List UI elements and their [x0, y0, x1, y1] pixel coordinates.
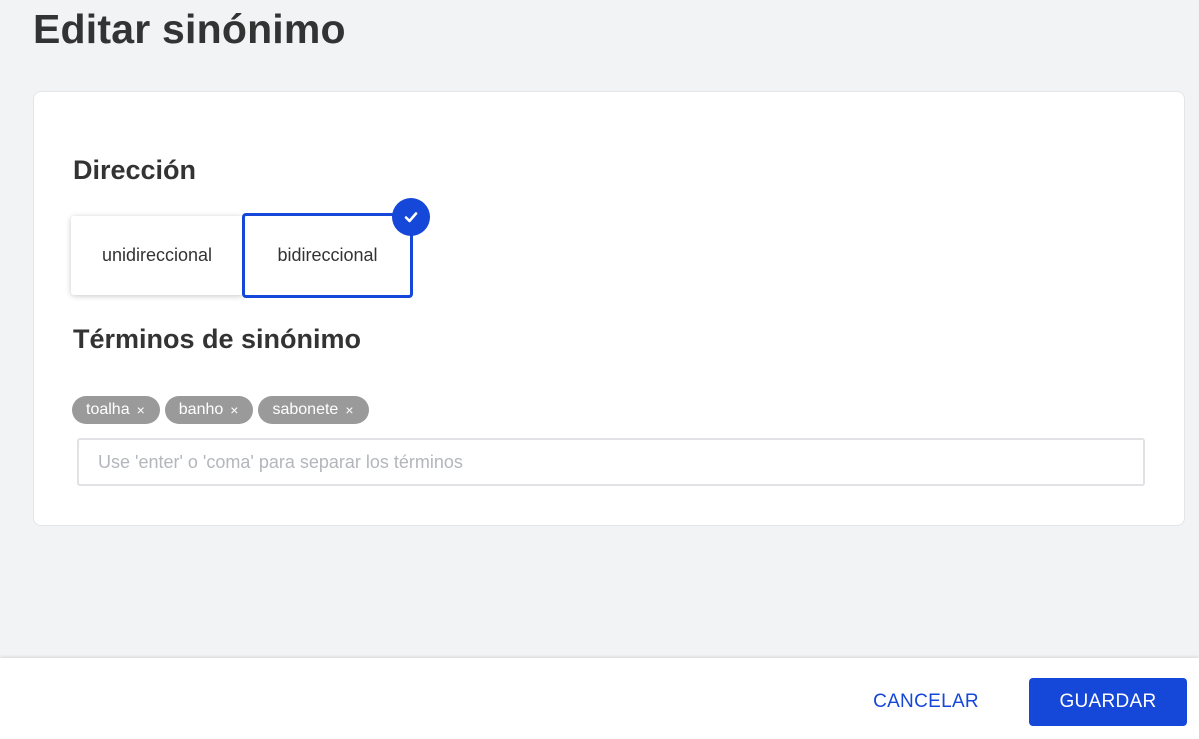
term-tag: sabonete ×	[258, 396, 369, 424]
close-icon[interactable]: ×	[345, 403, 353, 417]
term-tag-label: toalha	[86, 401, 130, 418]
term-tag: toalha ×	[72, 396, 160, 424]
synonym-form-card: Dirección unidireccional bidireccional T…	[33, 91, 1185, 526]
direction-option-label: unidireccional	[101, 245, 213, 265]
action-footer: CANCELAR GUARDAR	[0, 658, 1199, 739]
direction-option-bidirectional[interactable]: bidireccional	[242, 198, 430, 298]
terms-section-title: Términos de sinónimo	[73, 324, 362, 354]
direction-option-unidirectional[interactable]: unidireccional	[71, 216, 243, 295]
direction-section-title: Dirección	[73, 155, 197, 185]
direction-option-label: bidireccional	[277, 245, 378, 265]
page-title: Editar sinónimo	[33, 6, 346, 52]
term-tag-label: sabonete	[272, 401, 339, 418]
cancel-button[interactable]: CANCELAR	[859, 678, 993, 726]
check-icon	[392, 198, 430, 236]
close-icon[interactable]: ×	[230, 403, 238, 417]
term-tag-label: banho	[178, 401, 224, 418]
close-icon[interactable]: ×	[137, 403, 145, 417]
term-tag: banho ×	[164, 396, 254, 424]
synonym-terms-input[interactable]	[77, 438, 1145, 486]
save-button[interactable]: GUARDAR	[1029, 678, 1187, 726]
term-tag-list: toalha × banho × sabonete ×	[72, 396, 369, 424]
edit-synonym-page: Editar sinónimo Dirección unidireccional…	[0, 0, 1199, 739]
